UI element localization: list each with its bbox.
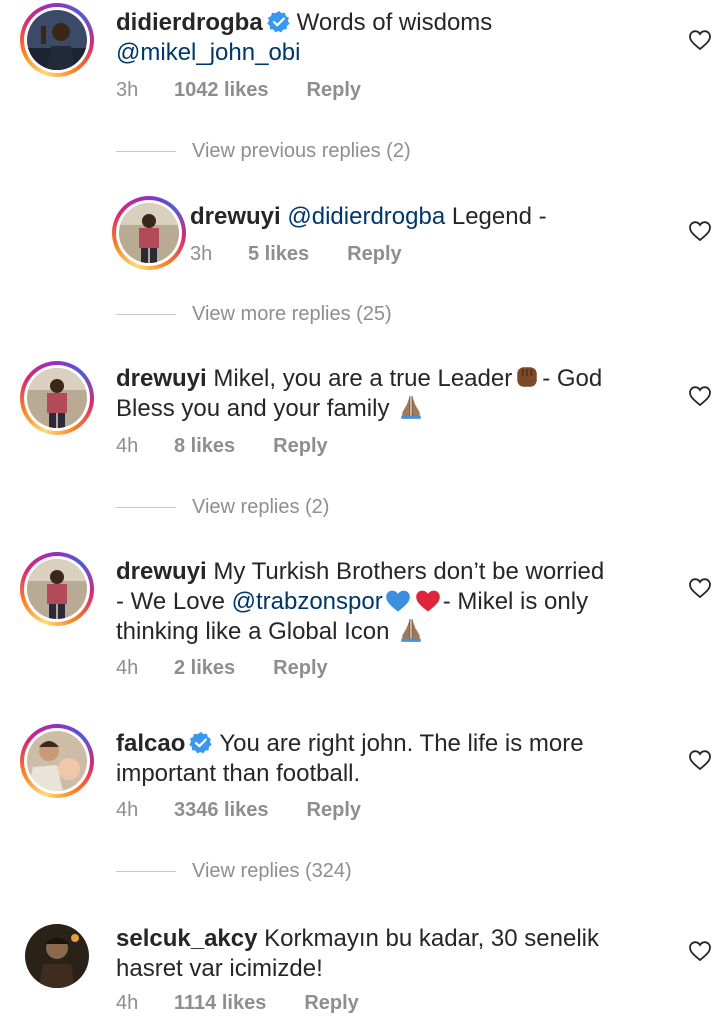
heart-icon[interactable] <box>689 750 711 770</box>
blue-heart-icon <box>385 590 410 612</box>
verified-badge-icon <box>189 731 214 755</box>
heart-icon[interactable] <box>689 386 711 406</box>
comment-username[interactable]: drewuyi <box>116 365 207 392</box>
comment-text: Bless you and your family <box>116 395 390 422</box>
avatar-drewuyi[interactable] <box>20 361 94 435</box>
comment-likes[interactable]: 5 likes <box>248 243 309 266</box>
raised-fist-icon <box>516 366 538 388</box>
comment-username[interactable]: didierdrogba <box>116 9 263 36</box>
folded-hands-icon <box>400 395 422 420</box>
reply-button[interactable]: Reply <box>304 992 358 1015</box>
avatar-drewuyi[interactable] <box>112 196 186 270</box>
heart-icon[interactable] <box>689 941 711 961</box>
comment-text: Mikel, you are a true Leader <box>213 365 513 392</box>
comment-text: Legend - <box>451 203 547 230</box>
comment-time[interactable]: 4h <box>116 992 174 1015</box>
heart-icon[interactable] <box>689 221 711 241</box>
comment-text: hasret var icimizde! <box>116 955 323 982</box>
comment-time[interactable]: 3h <box>190 243 248 266</box>
comment-meta: 3h 1042 likes Reply <box>116 79 361 102</box>
avatar-image <box>27 10 87 70</box>
avatar-image <box>25 924 89 988</box>
divider-line <box>116 151 176 152</box>
comment-body: drewuyi @didierdrogba Legend - <box>190 202 547 232</box>
avatar-image <box>27 731 87 791</box>
comment-likes[interactable]: 8 likes <box>174 435 235 458</box>
comment-meta: 4h 1114 likes Reply <box>116 992 359 1015</box>
comment-body: falcao You are right john. The life is mo… <box>116 729 584 789</box>
comment-body: selcuk_akcy Korkmayın bu kadar, 30 senel… <box>116 924 599 984</box>
comment-body: drewuyi My Turkish Brothers don’t be wor… <box>116 557 604 647</box>
comment-username[interactable]: selcuk_akcy <box>116 925 257 952</box>
avatar-falcao[interactable] <box>20 724 94 798</box>
comment-text: Korkmayın bu kadar, 30 senelik <box>264 925 599 952</box>
comment-text: important than football. <box>116 760 361 787</box>
comment-text: - We Love <box>116 588 225 615</box>
view-replies-label[interactable]: View replies (2) <box>192 496 329 519</box>
comment-text: You are right john. The life is more <box>219 730 584 757</box>
comment-mention[interactable]: @didierdrogba <box>287 203 445 230</box>
view-replies-label[interactable]: View replies (324) <box>192 860 352 883</box>
comment-time[interactable]: 4h <box>116 435 174 458</box>
reply-button[interactable]: Reply <box>347 243 401 266</box>
view-previous-replies[interactable]: View previous replies (2) <box>116 140 411 163</box>
avatar-drewuyi[interactable] <box>20 552 94 626</box>
comment-text: Words of wisdoms <box>296 9 493 36</box>
verified-badge-icon <box>266 10 291 34</box>
comment-likes[interactable]: 1114 likes <box>174 992 266 1015</box>
comment-meta: 4h 8 likes Reply <box>116 435 328 458</box>
avatar-didierdrogba[interactable] <box>20 3 94 77</box>
comment-username[interactable]: drewuyi <box>116 558 207 585</box>
comment-body: didierdrogba Words of wisdoms @mikel_john… <box>116 8 492 68</box>
heart-icon[interactable] <box>689 578 711 598</box>
comment-meta: 4h 2 likes Reply <box>116 657 328 680</box>
comment-time[interactable]: 3h <box>116 79 174 102</box>
view-more-replies-label[interactable]: View more replies (25) <box>192 303 392 326</box>
comment-text: thinking like a Global Icon <box>116 618 390 645</box>
heart-icon[interactable] <box>689 30 711 50</box>
divider-line <box>116 507 176 508</box>
comment-time[interactable]: 4h <box>116 657 174 680</box>
avatar-image <box>119 203 179 263</box>
comment-body: drewuyi Mikel, you are a true Leader - Go… <box>116 364 602 424</box>
reply-button[interactable]: Reply <box>307 79 361 102</box>
comment-text: - Mikel is only <box>442 588 589 615</box>
divider-line <box>116 314 176 315</box>
comment-text: - God <box>542 365 603 392</box>
reply-button[interactable]: Reply <box>273 435 327 458</box>
comment-likes[interactable]: 1042 likes <box>174 79 269 102</box>
avatar-image <box>27 368 87 428</box>
comment-mention[interactable]: @mikel_john_obi <box>116 39 300 66</box>
avatar-selcuk-akcy[interactable] <box>25 924 89 988</box>
comment-text: My Turkish Brothers don’t be worried <box>213 558 605 585</box>
folded-hands-icon <box>400 618 422 643</box>
comment-meta: 4h 3346 likes Reply <box>116 799 361 822</box>
comment-username[interactable]: falcao <box>116 730 185 757</box>
view-previous-replies-label[interactable]: View previous replies (2) <box>192 140 411 163</box>
view-replies[interactable]: View replies (324) <box>116 860 352 883</box>
comment-mention[interactable]: @trabzonspor <box>232 588 383 615</box>
view-more-replies[interactable]: View more replies (25) <box>116 303 392 326</box>
comment-meta: 3h 5 likes Reply <box>190 243 402 266</box>
reply-button[interactable]: Reply <box>273 657 327 680</box>
comment-likes[interactable]: 3346 likes <box>174 799 269 822</box>
comment-likes[interactable]: 2 likes <box>174 657 235 680</box>
reply-button[interactable]: Reply <box>307 799 361 822</box>
view-replies[interactable]: View replies (2) <box>116 496 329 519</box>
avatar-image <box>27 559 87 619</box>
comment-username[interactable]: drewuyi <box>190 203 281 230</box>
comment-time[interactable]: 4h <box>116 799 174 822</box>
divider-line <box>116 871 176 872</box>
red-heart-icon <box>415 590 440 612</box>
